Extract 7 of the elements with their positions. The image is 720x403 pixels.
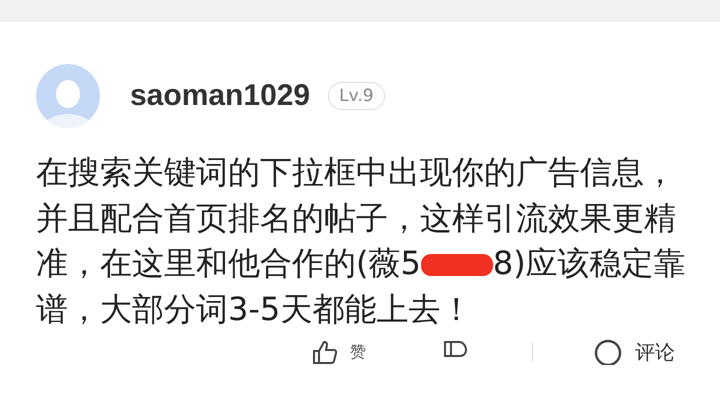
username[interactable]: saoman1029 <box>130 79 310 113</box>
comment-text: 在搜索关键词的下拉框中出现你的广告信息，并且配合首页排名的帖子，这样引流效果更精准，在这里和他合作的(薇5 8)应该稳定靠谱，大部分词3-5天都能上去！ <box>36 152 687 330</box>
level-badge: Lv.9 <box>328 82 385 110</box>
comment-icon[interactable] <box>593 339 623 365</box>
comment-label[interactable]: 评论 <box>635 338 675 366</box>
thumbs-up-icon[interactable] <box>312 340 338 364</box>
like-label[interactable]: 赞 <box>350 342 366 362</box>
